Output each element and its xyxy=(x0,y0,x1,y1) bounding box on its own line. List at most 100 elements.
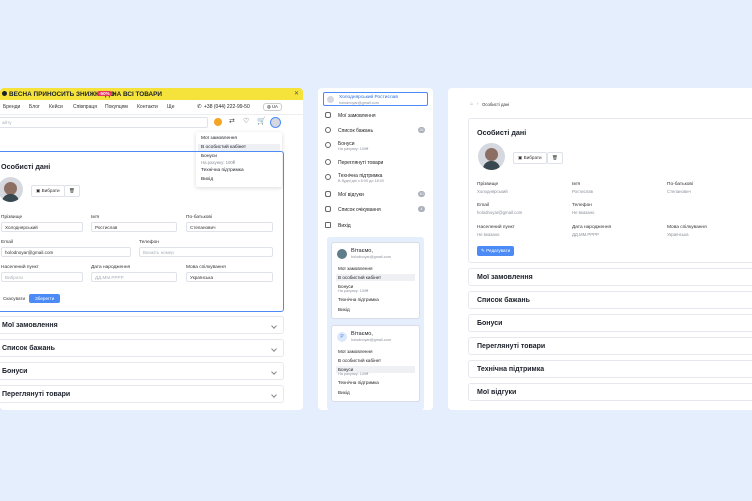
phone-label: Телефон xyxy=(139,240,159,245)
dd-cabinet[interactable]: В особистий кабінет xyxy=(198,144,280,151)
right-panel: ⌂ › Особисті дані Особисті дані ▣ Вибрат… xyxy=(448,88,752,410)
header-phone[interactable]: +38 (044) 222-99-50 xyxy=(204,104,250,110)
chevron-down-icon xyxy=(271,346,277,352)
r-city: Не вказано xyxy=(477,232,500,237)
reviews-count: 10 xyxy=(418,191,425,197)
dob-input[interactable]: ДД.ММ.РРРР xyxy=(91,272,177,282)
card1-cabinet[interactable]: В особистий кабінет xyxy=(336,274,415,281)
r-section-viewed-title: Переглянуті товари xyxy=(477,343,546,350)
section-bonus-title: Бонуси xyxy=(2,368,28,375)
header-avatar[interactable] xyxy=(270,117,281,128)
card2-cabinet[interactable]: В особистий кабінет xyxy=(336,357,415,364)
nav-blog[interactable]: Блог xyxy=(29,104,40,110)
menu-bonus[interactable]: Бонуси На рахунку: 100₴ xyxy=(318,139,433,155)
nav-contacts[interactable]: Контакти xyxy=(137,104,158,110)
r-email: holodnoyar@gmail.com xyxy=(477,210,523,215)
delete-photo-button[interactable]: 🗑 xyxy=(64,185,80,197)
right-personal-card: Особисті дані ▣ Вибрати 🗑 Прізвище Холод… xyxy=(468,118,752,263)
r-section-wishlist[interactable]: Список бажань xyxy=(468,291,752,309)
menu-waitlist-label: Список очікування xyxy=(338,206,381,213)
card1-logout[interactable]: Вихід xyxy=(336,306,415,313)
surname-input[interactable]: Холоднярський xyxy=(1,222,83,232)
cart-icon[interactable]: 🛒 xyxy=(257,117,266,125)
eye-icon xyxy=(325,159,331,165)
section-wishlist[interactable]: Список бажань xyxy=(0,339,284,357)
email-input[interactable]: holodnoyar@gmail.com xyxy=(1,247,131,257)
card2-support[interactable]: Технічна підтримка xyxy=(336,379,415,386)
menu-orders[interactable]: Мої замовлення xyxy=(318,109,433,122)
phone-input[interactable]: Вкажіть номер xyxy=(139,247,273,257)
avatar-body xyxy=(483,161,500,170)
chevron-down-icon xyxy=(271,369,277,375)
dob-label: Дата народження xyxy=(91,265,131,270)
card1-support[interactable]: Технічна підтримка xyxy=(336,296,415,303)
compare-icon[interactable]: ⇄ xyxy=(229,117,235,125)
menu-logout-label: Вихід xyxy=(338,222,351,229)
r-section-viewed[interactable]: Переглянуті товари xyxy=(468,337,752,355)
nav-more[interactable]: Ще xyxy=(167,104,174,110)
name-label: Ім'я xyxy=(91,215,100,220)
r-name: Ростислав xyxy=(572,189,593,194)
menu-support-sub: В будні дні з 8:00 до 18:00 xyxy=(338,179,384,183)
city-select[interactable]: Вибрати xyxy=(1,272,83,282)
nav-cases[interactable]: Кейси xyxy=(49,104,63,110)
r-section-reviews[interactable]: Мої відгуки xyxy=(468,383,752,401)
r-section-orders[interactable]: Мої замовлення xyxy=(468,268,752,286)
card1-orders[interactable]: Мої замовлення xyxy=(336,265,415,272)
dd-orders[interactable]: Мої замовлення xyxy=(201,136,237,141)
headset-icon xyxy=(325,174,331,180)
lang-label: Мова спілкування xyxy=(186,265,226,270)
card2-orders[interactable]: Мої замовлення xyxy=(336,348,415,355)
edit-button[interactable]: ✎ Редагувати xyxy=(477,246,515,256)
chevron-down-icon xyxy=(271,323,277,329)
card1-bonus-sub: На рахунку: 100₴ xyxy=(338,289,369,293)
choose-photo-button[interactable]: ▣ Вибрати xyxy=(31,185,65,197)
nav-buyers[interactable]: Покупцям xyxy=(105,104,128,110)
lang-select[interactable]: Українська xyxy=(186,272,273,282)
card2-email: holodnoyar@gmail.com xyxy=(351,338,391,342)
menu-wishlist[interactable]: Список бажань 26 xyxy=(318,124,433,137)
user-header[interactable]: Холоднярський Ростислав holodnoyar@gmail… xyxy=(323,92,428,106)
close-icon[interactable]: ✕ xyxy=(294,90,299,97)
popover-card-2: Р Вітаємо, holodnoyar@gmail.com Мої замо… xyxy=(331,325,420,402)
wishlist-count: 26 xyxy=(418,127,425,133)
city-label: Населений пункт xyxy=(1,265,39,270)
r-city-label: Населений пункт xyxy=(477,225,515,230)
r-section-support[interactable]: Технічна підтримка xyxy=(468,360,752,378)
cancel-button[interactable]: Скасувати xyxy=(0,294,30,303)
nav-cooperation[interactable]: Співпраця xyxy=(73,104,97,110)
heart-icon[interactable]: ♡ xyxy=(243,117,249,125)
breadcrumb-current: Особисті дані xyxy=(482,101,510,107)
card2-initial: Р xyxy=(340,334,344,340)
home-icon[interactable]: ⌂ xyxy=(470,101,473,107)
section-orders[interactable]: Мої замовлення xyxy=(0,316,284,334)
r-section-wishlist-title: Список бажань xyxy=(477,297,530,304)
name-input[interactable]: Ростислав xyxy=(91,222,177,232)
menu-viewed[interactable]: Переглянуті товари xyxy=(318,156,433,169)
menu-waitlist[interactable]: Список очікування 4 xyxy=(318,203,433,216)
right-avatar xyxy=(478,143,505,170)
r-dob: ДД.ММ.РРРР xyxy=(572,232,599,237)
user-name: Холоднярський Ростислав xyxy=(339,94,398,100)
patronymic-input[interactable]: Степанович xyxy=(186,222,273,232)
nav-brands[interactable]: Бренди xyxy=(3,104,20,110)
lang-switch[interactable]: ◍ UA xyxy=(263,103,282,111)
menu-support[interactable]: Технічна підтримка В будні дні з 8:00 до … xyxy=(318,171,433,187)
r-section-orders-title: Мої замовлення xyxy=(477,274,533,281)
right-delete-button[interactable]: 🗑 xyxy=(547,152,563,164)
save-button[interactable]: Зберегти xyxy=(29,294,61,303)
search-input[interactable]: айту xyxy=(0,117,208,128)
r-lang: Українська xyxy=(667,232,689,237)
r-section-bonus[interactable]: Бонуси xyxy=(468,314,752,332)
menu-reviews[interactable]: Мої відгуки 10 xyxy=(318,188,433,201)
r-surname-label: Прізвище xyxy=(477,182,499,187)
right-choose-button[interactable]: ▣ Вибрати xyxy=(513,152,547,164)
section-viewed[interactable]: Переглянуті товари xyxy=(0,385,284,403)
menu-logout[interactable]: Вихід xyxy=(318,219,433,232)
menu-wishlist-label: Список бажань xyxy=(338,127,374,134)
card2-bonus-sub: На рахунку: 100₴ xyxy=(338,372,369,376)
card2-logout[interactable]: Вихід xyxy=(336,389,415,396)
main-nav: Бренди Блог Кейси Співпраця Покупцям Кон… xyxy=(0,102,303,112)
section-bonus[interactable]: Бонуси xyxy=(0,362,284,380)
cart-bonus-icon[interactable] xyxy=(214,118,222,126)
